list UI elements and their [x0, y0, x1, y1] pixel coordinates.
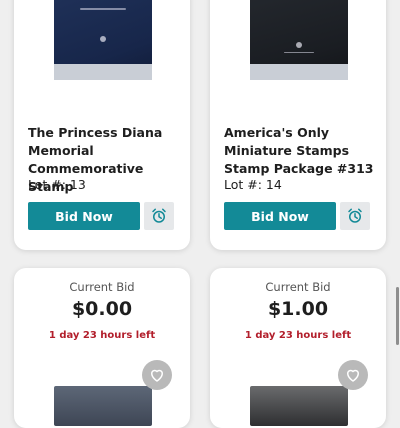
current-bid-amount: $0.00: [71, 298, 133, 320]
reminder-button[interactable]: [144, 202, 174, 230]
heart-icon: [151, 369, 163, 382]
time-left: 1 day 23 hours left: [48, 330, 156, 341]
item-title[interactable]: America's Only Miniature Stamps Stamp Pa…: [224, 124, 379, 178]
product-image[interactable]: [250, 386, 348, 426]
bid-now-button[interactable]: Bid Now: [28, 202, 140, 230]
product-image-background: [250, 64, 348, 80]
favorite-button[interactable]: [142, 360, 172, 390]
current-bid-label: Current Bid: [69, 280, 135, 294]
auction-card[interactable]: Current Bid $1.00 1 day 23 hours left: [210, 268, 386, 428]
lot-number: Lot #: 14: [224, 177, 282, 192]
bid-now-button[interactable]: Bid Now: [224, 202, 336, 230]
alarm-clock-icon: [348, 208, 362, 223]
current-bid-amount: $1.00: [267, 298, 329, 320]
heart-icon: [347, 369, 359, 382]
time-left: 1 day 23 hours left: [244, 330, 352, 341]
scrollbar[interactable]: [396, 287, 399, 345]
auction-card[interactable]: Current Bid $0.00 1 day 23 hours left: [14, 268, 190, 428]
alarm-clock-icon: [152, 208, 166, 223]
product-image-background: [54, 64, 152, 80]
auction-card-lot-14[interactable]: America's Only Miniature Stamps Stamp Pa…: [210, 0, 386, 250]
product-image[interactable]: [54, 386, 152, 426]
favorite-button[interactable]: [338, 360, 368, 390]
auction-card-lot-13[interactable]: The Princess Diana Memorial Commemorativ…: [14, 0, 190, 250]
lot-number: Lot #: 13: [28, 177, 86, 192]
current-bid-label: Current Bid: [265, 280, 331, 294]
reminder-button[interactable]: [340, 202, 370, 230]
